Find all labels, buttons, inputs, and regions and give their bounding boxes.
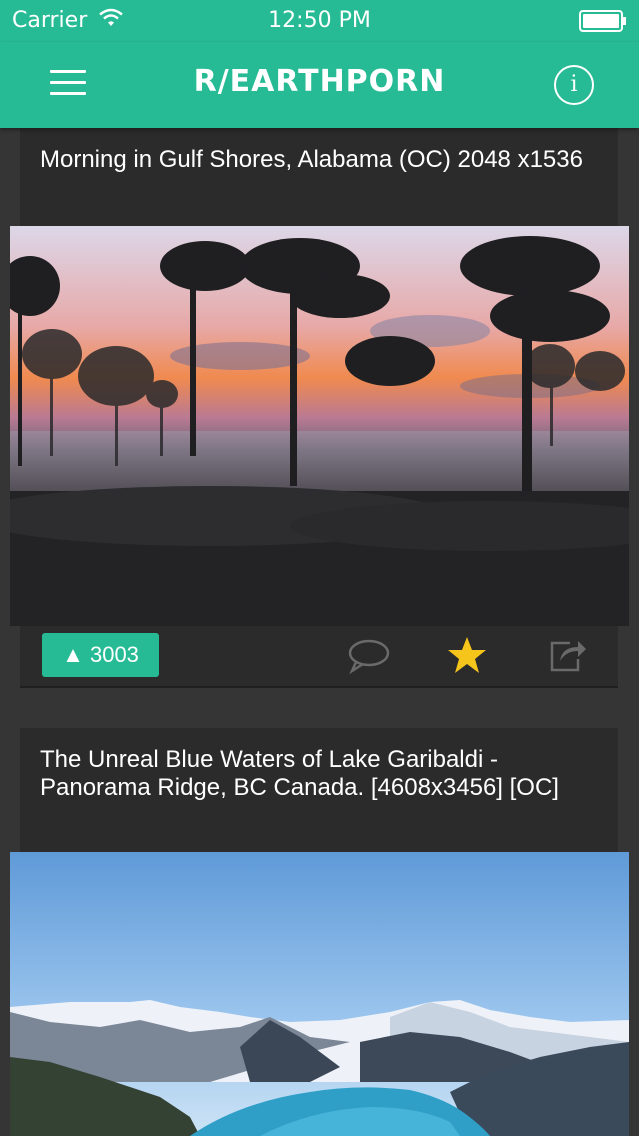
- battery-icon: [579, 10, 626, 32]
- post-card[interactable]: The Unreal Blue Waters of Lake Garibaldi…: [20, 728, 618, 852]
- upvote-arrow-icon: ▲: [62, 642, 84, 667]
- upvote-button[interactable]: ▲ 3003: [42, 633, 159, 677]
- post-title[interactable]: The Unreal Blue Waters of Lake Garibaldi…: [20, 728, 618, 802]
- post-image[interactable]: [10, 226, 629, 626]
- post-image[interactable]: [10, 852, 629, 1136]
- page-title: R/EARTHPORN: [193, 64, 446, 99]
- upvote-count: 3003: [89, 642, 139, 667]
- nav-bar: R/EARTHPORN i: [0, 42, 639, 128]
- star-icon[interactable]: [447, 636, 487, 674]
- clock: 12:50 PM: [268, 8, 371, 33]
- comment-icon[interactable]: [348, 638, 390, 674]
- status-bar: Carrier 12:50 PM: [0, 0, 639, 42]
- info-icon[interactable]: i: [554, 65, 594, 105]
- share-icon[interactable]: [548, 637, 588, 673]
- post-card[interactable]: Morning in Gulf Shores, Alabama (OC) 204…: [20, 128, 618, 226]
- post-title[interactable]: Morning in Gulf Shores, Alabama (OC) 204…: [20, 128, 618, 174]
- post-action-bar: ▲ 3003: [20, 626, 618, 688]
